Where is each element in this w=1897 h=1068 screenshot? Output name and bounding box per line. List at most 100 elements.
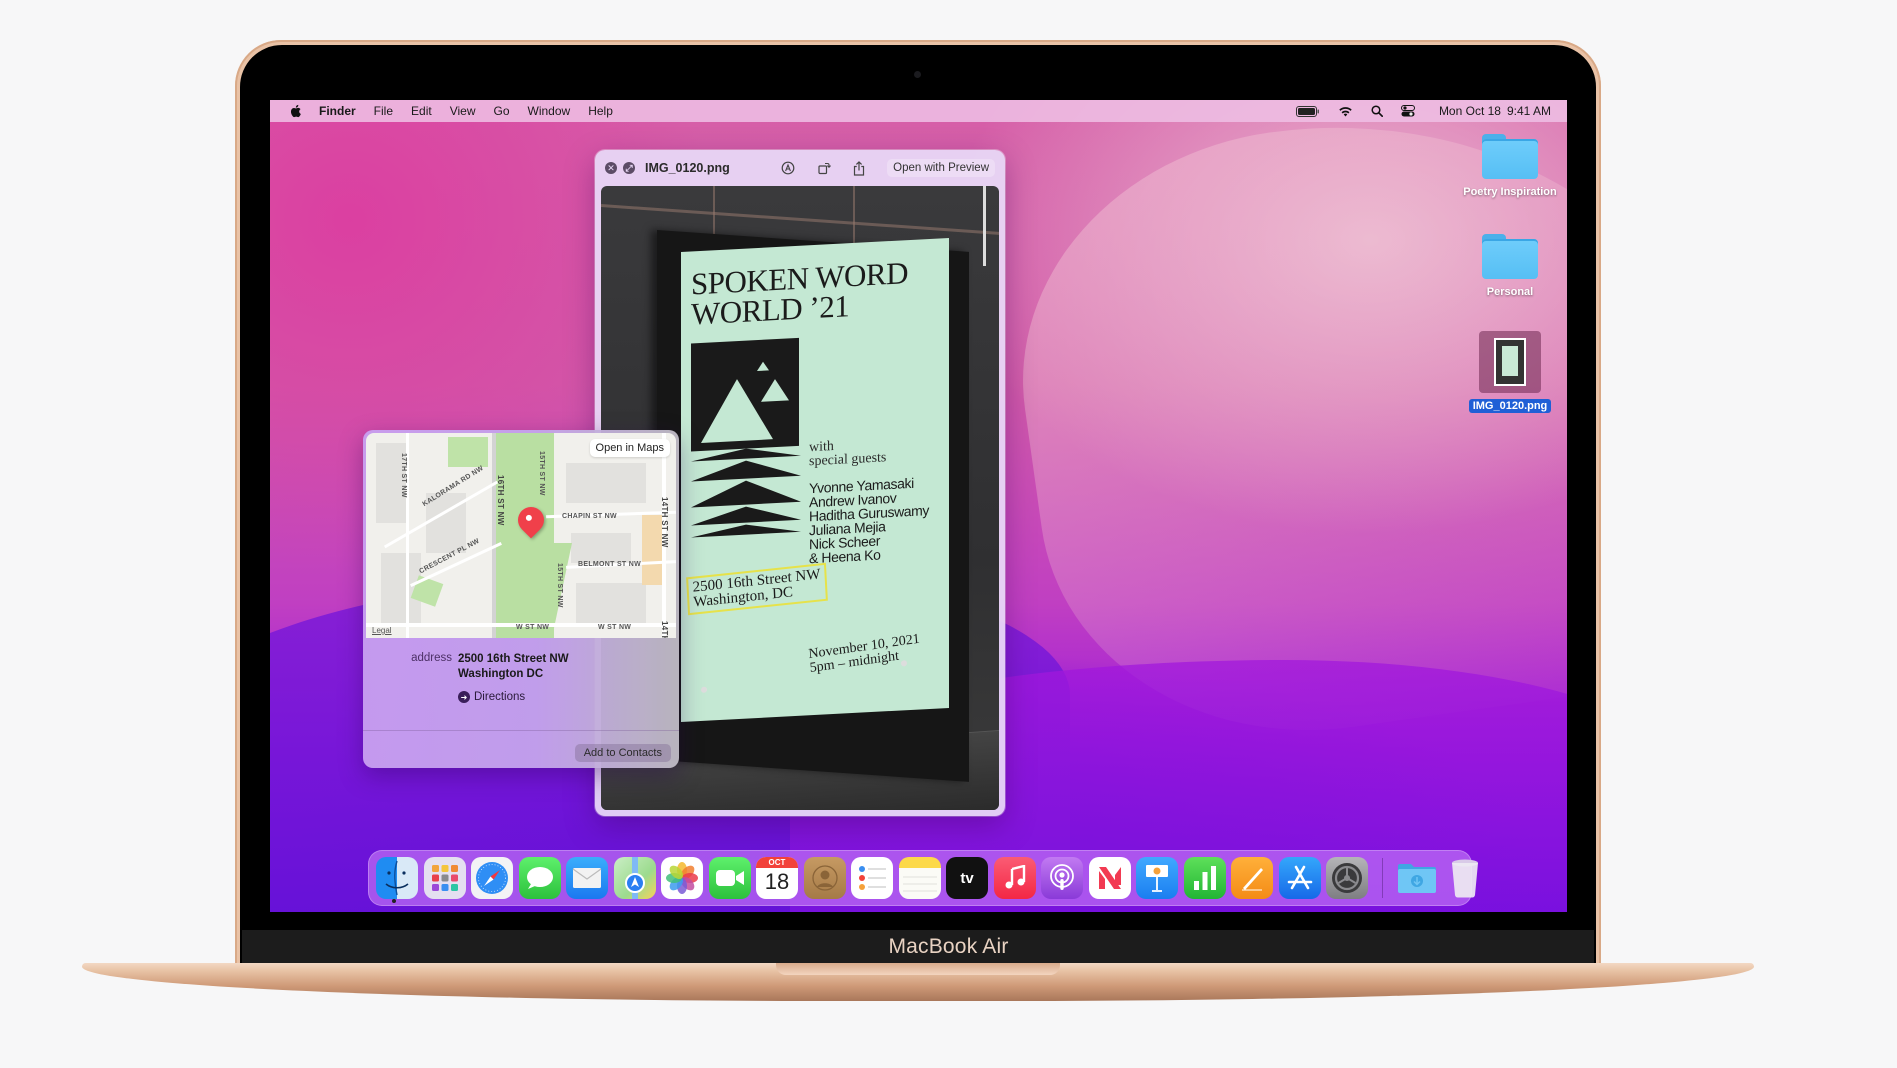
- wifi-icon[interactable]: [1338, 106, 1353, 117]
- dock-app-safari[interactable]: [471, 857, 513, 899]
- dock-app-messages[interactable]: [518, 857, 561, 899]
- desktop-file-img-0120[interactable]: IMG_0120.png: [1455, 331, 1565, 414]
- dock-app-maps[interactable]: [613, 857, 656, 899]
- poster: SPOKEN WORD WORLD ’21 with special guest…: [681, 237, 949, 722]
- poster-artwork: [691, 337, 799, 452]
- poster-title: SPOKEN WORD WORLD ’21: [691, 255, 908, 332]
- map-preview[interactable]: 17TH ST NW KALORAMA RD NW 16TH ST NW 15T…: [366, 433, 676, 638]
- map-street-label: CHAPIN ST NW: [562, 513, 617, 520]
- lid-opening-notch: [776, 963, 1060, 975]
- dock: OCT 18 tv: [368, 850, 1478, 906]
- checklist-icon: [859, 866, 886, 890]
- app-store-a-icon: [1287, 865, 1312, 890]
- dock-app-numbers[interactable]: [1183, 857, 1226, 899]
- menu-file[interactable]: File: [365, 100, 402, 122]
- dock-stack-downloads[interactable]: [1396, 857, 1438, 899]
- map-park-area: [448, 437, 488, 467]
- map-street-label: BELMONT ST NW: [578, 561, 642, 568]
- dock-app-mail[interactable]: [566, 857, 608, 899]
- triangle-shape: [757, 361, 769, 372]
- poster-rivet: [701, 686, 707, 693]
- address-info: address 2500 16th Street NW Washington D…: [363, 652, 679, 703]
- dock-app-app-store[interactable]: [1278, 857, 1321, 899]
- battery-icon[interactable]: [1295, 105, 1320, 117]
- poster-rivet: [901, 660, 907, 667]
- menu-window[interactable]: Window: [519, 100, 580, 122]
- map-street-label: 16TH ST NW: [496, 475, 505, 526]
- map-arrow-icon: [624, 857, 645, 899]
- live-text-address-highlight[interactable]: 2500 16th Street NW Washington, DC: [686, 562, 828, 616]
- address-data-detector-card: 17TH ST NW KALORAMA RD NW 16TH ST NW 15T…: [363, 430, 679, 768]
- dock-app-tv[interactable]: tv: [946, 857, 988, 899]
- dock-app-music[interactable]: [993, 857, 1036, 899]
- rotate-icon[interactable]: [817, 161, 832, 175]
- dock-app-contacts[interactable]: [803, 857, 846, 899]
- desktop-screen: Finder File Edit View Go Window Help Mon…: [270, 100, 1567, 912]
- desktop-item-label: Poetry Inspiration: [1463, 186, 1557, 198]
- apple-menu-icon[interactable]: [288, 103, 304, 119]
- map-building: [576, 583, 646, 623]
- image-thumbnail-icon: [1479, 331, 1541, 393]
- menu-help[interactable]: Help: [579, 100, 622, 122]
- dock-app-pages[interactable]: [1231, 857, 1273, 899]
- video-camera-icon: [715, 870, 744, 886]
- map-street-label: W ST NW: [598, 624, 632, 631]
- close-button[interactable]: ✕: [605, 162, 617, 174]
- share-icon[interactable]: [853, 160, 865, 176]
- map-street-label: 14TH: [660, 621, 669, 638]
- desktop-folder-poetry-inspiration[interactable]: Poetry Inspiration: [1455, 134, 1565, 198]
- tv-text: tv: [960, 869, 974, 887]
- dock-separator: [1381, 858, 1383, 898]
- dock-app-podcasts[interactable]: [1041, 857, 1083, 899]
- menu-go[interactable]: Go: [485, 100, 519, 122]
- music-note-icon: [1005, 865, 1025, 889]
- trash-can-icon: [1451, 859, 1478, 898]
- menu-edit[interactable]: Edit: [402, 100, 441, 122]
- running-indicator: [392, 899, 396, 903]
- poster-triangle-stack: [691, 445, 801, 540]
- dock-app-finder[interactable]: [376, 857, 418, 899]
- dock-app-reminders[interactable]: [851, 857, 893, 899]
- address-field-label: address: [411, 652, 452, 664]
- legal-link[interactable]: Legal: [372, 626, 392, 635]
- launchpad-grid-icon: [431, 865, 458, 891]
- camera-icon: [914, 71, 921, 78]
- tv-label: tv: [960, 870, 973, 887]
- dock-app-calendar[interactable]: OCT 18: [756, 857, 798, 899]
- folder-icon: [1482, 134, 1538, 180]
- dock-app-notes[interactable]: [898, 857, 941, 899]
- dock-app-facetime[interactable]: [708, 857, 751, 899]
- address-line: 2500 16th Street NW: [458, 653, 569, 665]
- map-commercial-area: [642, 515, 662, 585]
- desktop-folder-personal[interactable]: Personal: [1455, 234, 1565, 298]
- menu-bar-clock[interactable]: Mon Oct 18 9:41 AM: [1433, 104, 1551, 118]
- map-park-meridian-hill: [494, 433, 554, 638]
- dock-app-photos[interactable]: [661, 857, 703, 899]
- menu-view[interactable]: View: [441, 100, 485, 122]
- map-building: [566, 463, 646, 503]
- photos-flower-icon: [666, 862, 698, 894]
- poster-title-line: WORLD ’21: [691, 288, 850, 332]
- podium-icon: [1146, 865, 1168, 892]
- menu-app-finder[interactable]: Finder: [310, 100, 365, 122]
- arrow-right-circle-icon: ➜: [458, 691, 470, 703]
- dock-stack-trash[interactable]: [1444, 857, 1486, 899]
- dock-app-launchpad[interactable]: [423, 857, 466, 899]
- poster-guest-list: Yvonne Yamasaki Andrew Ivanov Haditha Gu…: [809, 475, 929, 566]
- add-to-contacts-button[interactable]: Add to Contacts: [574, 744, 671, 762]
- directions-link[interactable]: ➜ Directions: [458, 691, 679, 703]
- downloads-folder-icon: [1398, 864, 1436, 893]
- markup-icon[interactable]: [781, 161, 795, 175]
- map-building: [571, 533, 631, 563]
- address-value[interactable]: 2500 16th Street NW Washington DC: [458, 652, 569, 682]
- dock-app-news[interactable]: [1088, 857, 1131, 899]
- open-in-maps-button[interactable]: Open in Maps: [589, 439, 670, 457]
- spotlight-search-icon[interactable]: [1371, 105, 1383, 117]
- open-with-preview-button[interactable]: Open with Preview: [887, 159, 995, 177]
- finder-face-icon: [385, 860, 409, 896]
- control-center-icon[interactable]: [1400, 105, 1415, 117]
- triangle-shape: [691, 477, 801, 508]
- fullscreen-button[interactable]: ⤢: [623, 162, 635, 174]
- dock-app-system-preferences[interactable]: [1326, 857, 1368, 899]
- dock-app-keynote[interactable]: [1136, 857, 1178, 899]
